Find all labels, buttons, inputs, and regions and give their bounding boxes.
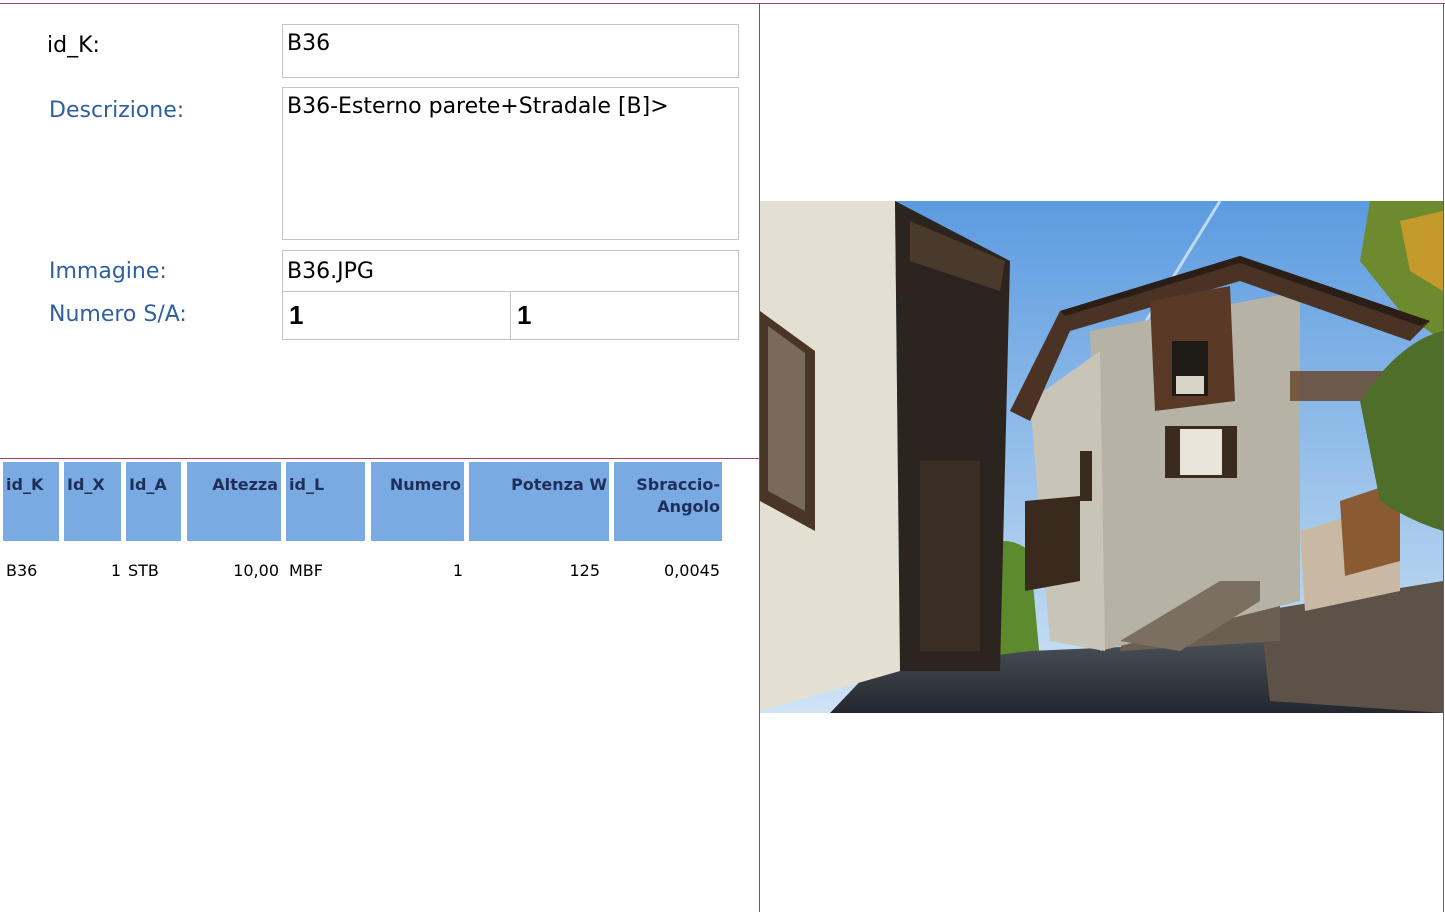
col-header-id-x: Id_X (64, 462, 121, 541)
col-header-id-l: id_L (286, 462, 365, 541)
col-header-id-k: id_K (3, 462, 59, 541)
col-header-id-a: Id_A (126, 462, 181, 541)
col-header-numero: Numero (371, 462, 464, 541)
table-section-divider (0, 458, 759, 459)
descrizione-label: Descrizione: (49, 98, 185, 123)
cell-id-k: B36 (6, 561, 38, 580)
cell-altezza: 10,00 (233, 561, 279, 580)
cell-id-a: STB (128, 561, 159, 580)
immagine-label: Immagine: (49, 259, 167, 284)
cell-id-x: 1 (110, 561, 121, 580)
numero-label: Numero S/A: (49, 302, 187, 327)
cell-numero: 1 (452, 561, 463, 580)
cell-potenza: 125 (569, 561, 600, 580)
cell-id-l: MBF (289, 561, 323, 580)
col-header-sbraccio: Sbraccio-Angolo (614, 462, 722, 541)
col-header-potenza: Potenza W (469, 462, 609, 541)
id-k-field[interactable]: B36 (282, 24, 739, 78)
numero-s-field[interactable]: 1 (282, 291, 511, 340)
right-border (1443, 3, 1444, 912)
top-border (0, 3, 1445, 4)
cell-sbraccio: 0,0045 (664, 561, 720, 580)
numero-a-field[interactable]: 1 (510, 291, 739, 340)
house-photo (760, 201, 1443, 713)
col-header-altezza: Altezza (187, 462, 281, 541)
id-k-label: id_K: (47, 33, 100, 58)
immagine-field[interactable]: B36.JPG (282, 250, 739, 292)
descrizione-field[interactable]: B36-Esterno parete+Stradale [B]> (282, 87, 739, 240)
